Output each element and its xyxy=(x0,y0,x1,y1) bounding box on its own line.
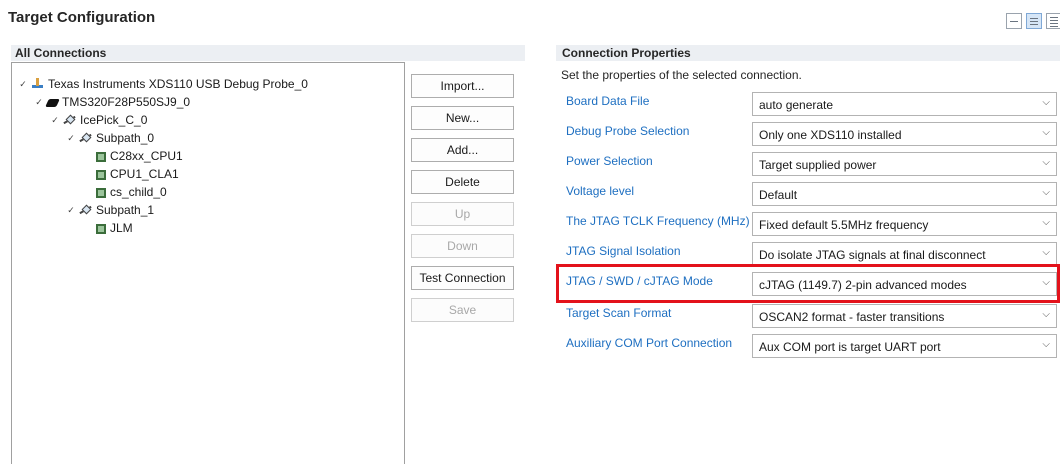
import-button[interactable]: Import... xyxy=(411,74,514,98)
connection-properties-header: Connection Properties xyxy=(556,45,1060,61)
jtag-swd-cjtag-mode-select[interactable]: cJTAG (1149.7) 2-pin advanced modes ⌵ xyxy=(752,272,1057,296)
delete-button[interactable]: Delete xyxy=(411,170,514,194)
core-icon xyxy=(96,151,106,162)
save-button[interactable]: Save xyxy=(411,298,514,322)
target-scan-format-label: Target Scan Format xyxy=(566,306,672,320)
tree-item-cs-child-0[interactable]: cs_child_0 xyxy=(96,184,167,200)
select-value: Do isolate JTAG signals at final disconn… xyxy=(759,248,986,262)
debug-probe-selection-select[interactable]: Only one XDS110 installed ⌵ xyxy=(752,122,1057,146)
jtag-tclk-frequency-label: The JTAG TCLK Frequency (MHz) xyxy=(566,214,750,228)
chevron-down-icon[interactable]: ⌵ xyxy=(1042,309,1050,320)
jtag-tclk-frequency-select[interactable]: Fixed default 5.5MHz frequency ⌵ xyxy=(752,212,1057,236)
jtag-signal-isolation-select[interactable]: Do isolate JTAG signals at final disconn… xyxy=(752,242,1057,266)
board-data-file-label: Board Data File xyxy=(566,94,650,108)
voltage-level-label: Voltage level xyxy=(566,184,635,198)
chevron-down-icon[interactable]: ⌵ xyxy=(1042,97,1050,108)
debug-probe-selection-label: Debug Probe Selection xyxy=(566,124,690,138)
core-icon xyxy=(96,187,106,198)
up-button[interactable]: Up xyxy=(411,202,514,226)
tree-item-jlm[interactable]: JLM xyxy=(96,220,133,236)
chip-icon xyxy=(45,99,60,107)
tree-item-label: Subpath_0 xyxy=(96,131,155,145)
connections-tree[interactable]: ✓ Texas Instruments XDS110 USB Debug Pro… xyxy=(11,62,405,464)
auxiliary-com-port-select[interactable]: Aux COM port is target UART port ⌵ xyxy=(752,334,1057,358)
power-selection-label: Power Selection xyxy=(566,154,653,168)
tree-item-debug-probe[interactable]: ✓ Texas Instruments XDS110 USB Debug Pro… xyxy=(18,76,308,92)
chevron-down-icon[interactable]: ⌵ xyxy=(1042,277,1050,288)
tree-item-label: C28xx_CPU1 xyxy=(110,149,183,163)
select-value: Only one XDS110 installed xyxy=(759,128,902,142)
tree-item-label: Subpath_1 xyxy=(96,203,155,217)
page-title: Target Configuration xyxy=(8,9,156,26)
chevron-down-icon[interactable]: ✓ xyxy=(34,97,44,108)
select-value: Fixed default 5.5MHz frequency xyxy=(759,218,929,232)
chevron-down-icon[interactable]: ✓ xyxy=(18,79,28,90)
chevron-down-icon[interactable]: ⌵ xyxy=(1042,339,1050,350)
view-toolbar xyxy=(1006,13,1060,29)
router-icon xyxy=(79,132,92,144)
chevron-down-icon[interactable]: ⌵ xyxy=(1042,247,1050,258)
tree-item-device[interactable]: ✓ TMS320F28P550SJ9_0 xyxy=(34,94,190,110)
select-value: auto generate xyxy=(759,98,834,112)
voltage-level-select[interactable]: Default ⌵ xyxy=(752,182,1057,206)
select-value: Default xyxy=(759,188,798,202)
add-button[interactable]: Add... xyxy=(411,138,514,162)
test-connection-button[interactable]: Test Connection xyxy=(411,266,514,290)
select-value: OSCAN2 format - faster transitions xyxy=(759,310,945,324)
chevron-down-icon[interactable]: ✓ xyxy=(66,133,76,144)
tree-item-label: TMS320F28P550SJ9_0 xyxy=(62,95,191,109)
all-connections-header: All Connections xyxy=(11,45,525,61)
list-view-icon[interactable] xyxy=(1046,13,1060,29)
tree-item-c28xx-cpu1[interactable]: C28xx_CPU1 xyxy=(96,148,183,164)
power-selection-select[interactable]: Target supplied power ⌵ xyxy=(752,152,1057,176)
properties-description: Set the properties of the selected conne… xyxy=(561,68,802,82)
tree-item-label: JLM xyxy=(110,221,133,235)
tree-item-subpath-1[interactable]: ✓ Subpath_1 xyxy=(66,202,154,218)
chevron-down-icon[interactable]: ✓ xyxy=(50,115,60,126)
select-value: Aux COM port is target UART port xyxy=(759,340,941,354)
jtag-signal-isolation-label: JTAG Signal Isolation xyxy=(566,244,681,258)
tree-item-label: IcePick_C_0 xyxy=(80,113,148,127)
router-icon xyxy=(63,114,76,126)
chevron-down-icon[interactable]: ⌵ xyxy=(1042,217,1050,228)
chevron-down-icon[interactable]: ✓ xyxy=(66,205,76,216)
select-value: Target supplied power xyxy=(759,158,877,172)
down-button[interactable]: Down xyxy=(411,234,514,258)
new-button[interactable]: New... xyxy=(411,106,514,130)
chevron-down-icon[interactable]: ⌵ xyxy=(1042,157,1050,168)
detail-view-icon[interactable] xyxy=(1026,13,1042,29)
router-icon xyxy=(79,204,92,216)
tree-item-cpu1-cla1[interactable]: CPU1_CLA1 xyxy=(96,166,179,182)
tree-item-label: cs_child_0 xyxy=(110,185,167,199)
tree-item-label: Texas Instruments XDS110 USB Debug Probe… xyxy=(48,77,308,91)
tree-item-label: CPU1_CLA1 xyxy=(110,167,179,181)
collapse-icon[interactable] xyxy=(1006,13,1022,29)
tree-item-subpath-0[interactable]: ✓ Subpath_0 xyxy=(66,130,154,146)
auxiliary-com-port-label: Auxiliary COM Port Connection xyxy=(566,336,733,350)
tree-item-icepick[interactable]: ✓ IcePick_C_0 xyxy=(50,112,147,128)
core-icon xyxy=(96,169,106,180)
core-icon xyxy=(96,223,106,234)
board-data-file-select[interactable]: auto generate ⌵ xyxy=(752,92,1057,116)
debug-probe-icon xyxy=(31,78,44,90)
target-scan-format-select[interactable]: OSCAN2 format - faster transitions ⌵ xyxy=(752,304,1057,328)
chevron-down-icon[interactable]: ⌵ xyxy=(1042,127,1050,138)
chevron-down-icon[interactable]: ⌵ xyxy=(1042,187,1050,198)
jtag-swd-cjtag-mode-label: JTAG / SWD / cJTAG Mode xyxy=(566,274,713,288)
select-value: cJTAG (1149.7) 2-pin advanced modes xyxy=(759,278,967,292)
